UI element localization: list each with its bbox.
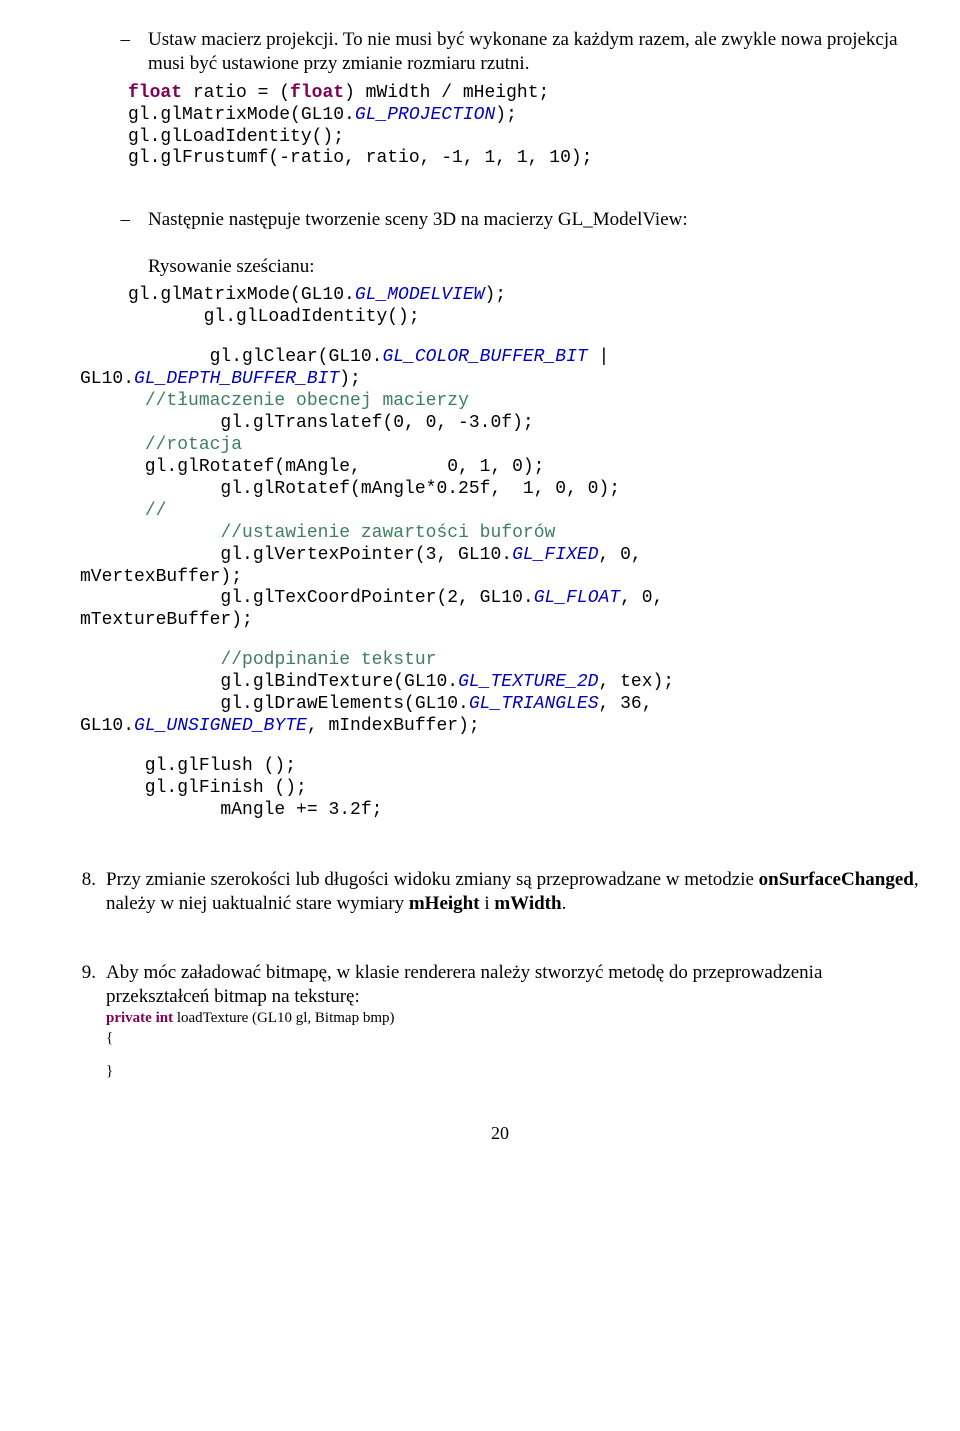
comment: // [145, 501, 167, 521]
keyword: float [128, 83, 182, 103]
constant: GL_TRIANGLES [469, 694, 599, 714]
keyword: private int [106, 1010, 177, 1026]
bullet-item-2: – Następnie następuje tworzenie sceny 3D… [110, 208, 920, 232]
bold-mWidth: mWidth [494, 893, 561, 914]
numbered-item-8: 8. Przy zmianie szerokości lub długości … [70, 868, 920, 917]
constant: GL_DEPTH_BUFFER_BIT [134, 369, 339, 389]
item-number: 9. [70, 961, 106, 1082]
comment: //podpinanie tekstur [220, 650, 436, 670]
comment: //tłumaczenie obecnej macierzy [145, 391, 469, 411]
bullet-item-1: – Ustaw macierz projekcji. To nie musi b… [110, 28, 920, 77]
bold-mHeight: mHeight [409, 893, 480, 914]
numbered-item-9: 9. Aby móc załadować bitmapę, w klasie r… [70, 961, 920, 1082]
keyword: float [290, 83, 344, 103]
bullet-dash: – [110, 208, 148, 232]
code-block-4: //podpinanie tekstur gl.glBindTexture(GL… [80, 650, 920, 738]
method-signature: private int loadTexture (GL10 gl, Bitmap… [106, 1009, 920, 1029]
constant: GL_PROJECTION [355, 105, 495, 125]
constant: GL_MODELVIEW [355, 285, 485, 305]
code-block-3: gl.glClear(GL10.GL_COLOR_BUFFER_BIT | GL… [80, 347, 920, 632]
item-body: Przy zmianie szerokości lub długości wid… [106, 868, 920, 917]
constant: GL_COLOR_BUFFER_BIT [382, 347, 587, 367]
code-block-1: float ratio = (float) mWidth / mHeight; … [128, 83, 920, 171]
brace-open: { [106, 1029, 920, 1049]
comment: //ustawienie zawartości buforów [220, 523, 555, 543]
comment: //rotacja [145, 435, 242, 455]
constant: GL_FLOAT [534, 588, 620, 608]
item-number: 8. [70, 868, 106, 917]
constant: GL_TEXTURE_2D [458, 672, 598, 692]
brace-close: } [106, 1062, 920, 1082]
constant: GL_FIXED [512, 545, 598, 565]
subheading: Rysowanie sześcianu: [148, 255, 920, 279]
item-body: Aby móc załadować bitmapę, w klasie rend… [106, 961, 920, 1082]
page-number: 20 [80, 1122, 920, 1145]
constant: GL_UNSIGNED_BYTE [134, 716, 307, 736]
bullet-text: Ustaw macierz projekcji. To nie musi być… [148, 28, 920, 77]
code-block-2: gl.glMatrixMode(GL10.GL_MODELVIEW); gl.g… [128, 285, 920, 329]
bullet-dash: – [110, 28, 148, 77]
bold-onSurfaceChanged: onSurfaceChanged [759, 869, 914, 890]
bullet-text: Następnie następuje tworzenie sceny 3D n… [148, 208, 920, 232]
code-block-5: gl.glFlush (); gl.glFinish (); mAngle +=… [80, 756, 920, 822]
